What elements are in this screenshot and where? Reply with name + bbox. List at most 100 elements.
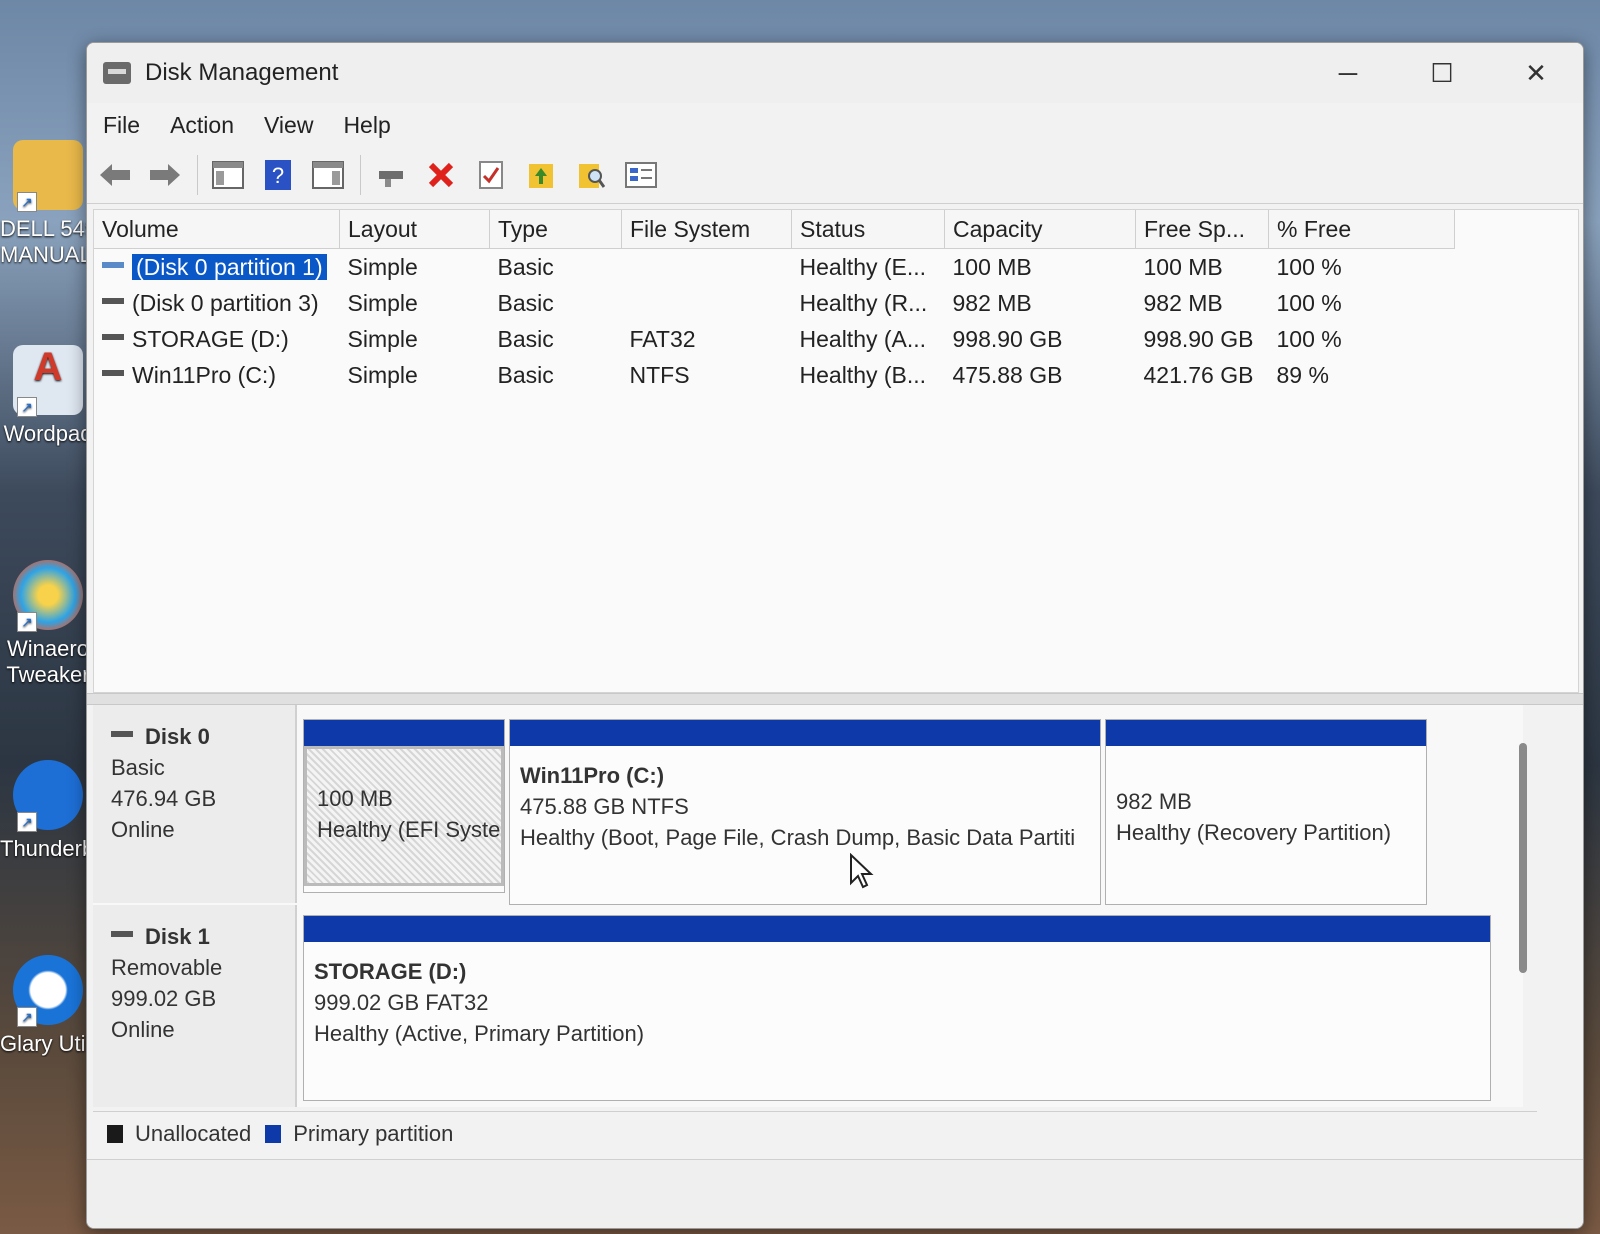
primary-partition-bar [304, 720, 504, 746]
type-cell: Basic [497, 289, 554, 316]
desktop-icon-dell-manuals[interactable]: ↗ DELL 5490 MANUALS [0, 140, 96, 268]
back-icon [100, 164, 130, 186]
free-space-cell: 998.90 GB [1143, 325, 1254, 352]
legend-label-unallocated: Unallocated [135, 1121, 252, 1146]
column-header-file-system[interactable]: File System [621, 210, 792, 249]
table-header-row: Volume Layout Type File System Status Ca… [94, 210, 1455, 249]
column-header-capacity[interactable]: Capacity [944, 210, 1136, 249]
partition-body: Win11Pro (C:) 475.88 GB NTFS Healthy (Bo… [510, 746, 1100, 867]
folder-icon: ↗ [13, 140, 83, 212]
partition-body: STORAGE (D:) 999.02 GB FAT32 Healthy (Ac… [304, 942, 1490, 1063]
desktop-icon-label: Thunderbird [0, 836, 96, 861]
open-folder-button[interactable] [521, 155, 561, 195]
disk-type: Removable [111, 955, 223, 980]
disk-0-partitions: 100 MB Healthy (EFI Syste Win11Pro (C:) … [297, 705, 1523, 905]
desktop-icon-wordpad[interactable]: A ↗ Wordpad [0, 345, 96, 447]
back-button[interactable] [95, 155, 135, 195]
disk-management-window: Disk Management ─ ☐ ✕ File Action View H… [86, 42, 1584, 1229]
free-space-cell: 100 MB [1143, 253, 1223, 280]
minimize-button[interactable]: ─ [1301, 43, 1395, 103]
disk-1-partitions: STORAGE (D:) 999.02 GB FAT32 Healthy (Ac… [297, 905, 1523, 1107]
disk-1-row: Disk 1 Removable 999.02 GB Online STORAG… [93, 905, 1523, 1107]
delete-button[interactable] [421, 155, 461, 195]
legend: Unallocated Primary partition [93, 1111, 1537, 1156]
partition-efi[interactable]: 100 MB Healthy (EFI Syste [303, 719, 505, 893]
toolbar: ? [87, 147, 1583, 204]
close-button[interactable]: ✕ [1489, 43, 1583, 103]
partition-win11pro[interactable]: Win11Pro (C:) 475.88 GB NTFS Healthy (Bo… [509, 719, 1101, 905]
column-header-percent-free[interactable]: % Free [1268, 210, 1455, 249]
desktop-icon-winaero[interactable]: ↗ Winaero Tweaker [0, 560, 96, 688]
folder-up-icon [529, 164, 553, 188]
delete-icon [428, 162, 454, 188]
shortcut-arrow-icon: ↗ [17, 612, 37, 632]
file-system-cell: NTFS [629, 361, 690, 388]
desktop-icon-thunderbird[interactable]: ↗ Thunderbird [0, 760, 96, 862]
disk-name: Disk 1 [145, 924, 210, 949]
partition-body: 100 MB Healthy (EFI Syste [304, 746, 504, 886]
mouse-cursor-icon [850, 853, 874, 889]
disk-icon [111, 730, 133, 737]
desktop-icon-label: Glary Utilities [0, 1031, 96, 1056]
volume-name: (Disk 0 partition 3) [132, 289, 319, 316]
show-hide-action-pane-button[interactable] [308, 155, 348, 195]
volume-icon [102, 262, 124, 269]
percent-free-cell: 89 % [1276, 361, 1329, 388]
layout-cell: Simple [347, 289, 418, 316]
disk-state: Online [111, 1017, 175, 1042]
console-tree-icon [212, 161, 244, 189]
partition-recovery[interactable]: 982 MB Healthy (Recovery Partition) [1105, 719, 1427, 905]
help-icon: ? [265, 160, 291, 190]
disk-0-info[interactable]: Disk 0 Basic 476.94 GB Online [93, 705, 297, 903]
menu-bar: File Action View Help [87, 103, 1583, 147]
disk-1-info[interactable]: Disk 1 Removable 999.02 GB Online [93, 905, 297, 1107]
desktop-icon-label: Winaero [7, 636, 89, 661]
column-header-status[interactable]: Status [791, 210, 945, 249]
capacity-cell: 475.88 GB [952, 361, 1063, 388]
menu-action[interactable]: Action [170, 112, 234, 139]
primary-partition-bar [1106, 720, 1426, 746]
list-view-button[interactable] [621, 155, 661, 195]
percent-free-cell: 100 % [1276, 253, 1342, 280]
column-header-layout[interactable]: Layout [339, 210, 490, 249]
layout-cell: Simple [347, 361, 418, 388]
title-bar[interactable]: Disk Management ─ ☐ ✕ [87, 43, 1583, 103]
table-row[interactable]: STORAGE (D:) Simple Basic FAT32 Healthy … [94, 321, 1455, 357]
menu-help[interactable]: Help [343, 112, 390, 139]
column-header-free-space[interactable]: Free Sp... [1135, 210, 1269, 249]
partition-status: Healthy (Boot, Page File, Crash Dump, Ba… [520, 825, 1076, 850]
explore-button[interactable] [571, 155, 611, 195]
volume-icon [102, 298, 124, 305]
column-header-type[interactable]: Type [489, 210, 622, 249]
partition-status: Healthy (Active, Primary Partition) [314, 1021, 645, 1046]
desktop-icon-label: MANUALS [0, 242, 96, 267]
status-bar [87, 1159, 1583, 1228]
partition-storage[interactable]: STORAGE (D:) 999.02 GB FAT32 Healthy (Ac… [303, 915, 1491, 1101]
pane-splitter[interactable] [87, 693, 1583, 705]
forward-button[interactable] [145, 155, 185, 195]
menu-file[interactable]: File [103, 112, 140, 139]
shortcut-arrow-icon: ↗ [17, 192, 37, 212]
properties-button[interactable] [471, 155, 511, 195]
graphical-pane-scrollbar[interactable] [1519, 743, 1527, 973]
table-row[interactable]: (Disk 0 partition 3) Simple Basic Health… [94, 285, 1455, 321]
show-hide-console-tree-button[interactable] [208, 155, 248, 195]
glary-icon: ↗ [13, 955, 83, 1027]
menu-view[interactable]: View [264, 112, 313, 139]
check-icon [479, 161, 503, 189]
file-system-cell [622, 285, 792, 321]
desktop-icon-label: DELL 5490 [0, 216, 96, 241]
list-view-icon [625, 162, 657, 188]
properties-pane-icon [312, 161, 344, 189]
desktop-icon-glary[interactable]: ↗ Glary Utilities [0, 955, 96, 1057]
partition-size: 999.02 GB FAT32 [314, 990, 489, 1015]
disk-1-header: Disk 1 [111, 921, 295, 952]
column-header-volume[interactable]: Volume [94, 210, 340, 249]
shortcut-arrow-icon: ↗ [17, 812, 37, 832]
connect-virtual-disk-button[interactable] [371, 155, 411, 195]
maximize-button[interactable]: ☐ [1395, 43, 1489, 103]
volume-list-pane: Volume Layout Type File System Status Ca… [93, 209, 1579, 693]
help-button[interactable]: ? [258, 155, 298, 195]
table-row[interactable]: (Disk 0 partition 1) Simple Basic Health… [94, 249, 1455, 286]
table-row[interactable]: Win11Pro (C:) Simple Basic NTFS Healthy … [94, 357, 1455, 393]
